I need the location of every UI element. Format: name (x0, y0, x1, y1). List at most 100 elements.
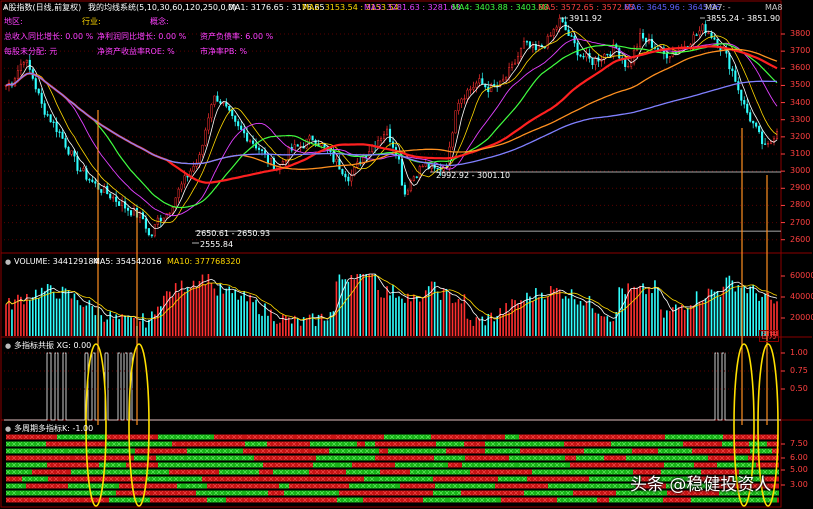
volume-bar (386, 286, 388, 336)
candle-body (591, 58, 594, 65)
volume-ma5: MA5: 354542016 (93, 257, 162, 266)
stripe-segment (683, 441, 722, 447)
volume-bar (731, 280, 734, 336)
indicator-2-menu-icon[interactable]: ● (5, 424, 11, 434)
candle-body (731, 68, 734, 72)
volume-bar (433, 281, 436, 336)
candle-body (761, 131, 764, 145)
volume-bar (29, 300, 31, 336)
volume-bar (466, 318, 469, 336)
volume-bar (100, 315, 103, 336)
volume-bar (264, 303, 266, 336)
volume-bar (573, 299, 576, 336)
volume-bar (293, 315, 296, 336)
profit-growth: 净利润同比增长: 0.00 % (97, 32, 187, 41)
candle-body (153, 224, 156, 237)
stripe-segment (32, 469, 71, 475)
candle-body (22, 62, 25, 65)
volume-bar (692, 305, 695, 336)
volume-bar (240, 295, 242, 336)
price-axis-tick-11: 2700 (790, 217, 811, 227)
candle-body (64, 138, 67, 148)
candle-body (508, 67, 511, 78)
candle-body (246, 132, 249, 142)
candle-body (174, 197, 177, 208)
volume-bar (103, 321, 106, 336)
candle-body (284, 160, 287, 162)
volume-bar (669, 311, 671, 336)
stripe-segment (388, 448, 446, 454)
candle-body (287, 146, 290, 162)
volume-bar (85, 305, 88, 336)
candle-body (52, 121, 55, 123)
volume-bar (213, 288, 216, 336)
volume-pane-menu-icon[interactable]: ● (5, 257, 11, 267)
pane-menu-icon[interactable]: ▾ (4, 3, 8, 13)
candle-body (216, 95, 219, 102)
candle-body (734, 70, 737, 82)
ma-legend-item-8: MA8 (765, 3, 783, 12)
concept-label: 概念: (150, 17, 169, 26)
candle-body (478, 78, 481, 84)
volume-bar (216, 295, 219, 336)
volume-bar (171, 296, 174, 336)
candle-body (40, 92, 43, 104)
candle-body (311, 135, 314, 141)
candle-body (314, 140, 317, 144)
candle-body (701, 24, 704, 32)
stock-chart-canvas[interactable] (0, 0, 813, 509)
stripe-segment (68, 448, 126, 454)
volume-bar (436, 291, 439, 336)
stripe-segment (304, 476, 321, 482)
indicator-1-menu-icon[interactable]: ● (5, 341, 11, 351)
stripe-segment (514, 490, 524, 496)
volume-bar (633, 286, 635, 336)
volume-label: VOLUME: 344129184 (14, 257, 99, 266)
candle-body (82, 168, 85, 171)
volume-bar (541, 292, 543, 336)
candle-body (758, 126, 761, 133)
volume-bar (323, 320, 326, 336)
indicator-name[interactable]: 我的均线系统(5,10,30,60,120,250,0,0) (88, 3, 236, 13)
volume-bar (338, 274, 341, 336)
volume-bar (511, 299, 513, 336)
volume-bar (121, 314, 123, 336)
stripe-segment (538, 448, 584, 454)
volume-bar (404, 302, 406, 336)
volume-bar (484, 325, 487, 336)
candle-body (129, 210, 133, 216)
stripe-segment (150, 497, 185, 503)
volume-bar (469, 320, 472, 336)
stripe-segment (648, 455, 678, 461)
candle-body (463, 98, 466, 100)
volume-bar (499, 308, 501, 336)
candle-body (115, 196, 118, 202)
volume-bar (487, 313, 490, 336)
ma-line-6 (5, 48, 778, 170)
candle-body (639, 33, 642, 48)
stripe-segment (532, 469, 578, 475)
stripe-segment (446, 448, 485, 454)
volume-bar (743, 285, 746, 336)
volume-bar (210, 282, 213, 336)
candle-body (225, 102, 228, 107)
volume-bar (276, 323, 278, 336)
indicator-2-label: 多周期多指标K: -1.00 (14, 424, 94, 433)
volume-bar (112, 318, 114, 336)
candle-body (112, 196, 115, 199)
stripe-segment (71, 469, 133, 475)
volume-bar (282, 314, 284, 336)
volume-bar (532, 300, 534, 336)
region-label: 地区: (4, 17, 23, 26)
volume-bar (597, 313, 600, 336)
volume-bar (133, 317, 135, 336)
volume-bar (383, 297, 385, 336)
candle-body (451, 132, 454, 148)
volume-bar (362, 274, 365, 336)
volume-bar (674, 304, 677, 336)
candle-body (609, 54, 612, 57)
volume-bar (645, 294, 647, 336)
volume-bar (701, 300, 704, 336)
candle-body (380, 138, 383, 141)
candle-body (546, 35, 549, 49)
